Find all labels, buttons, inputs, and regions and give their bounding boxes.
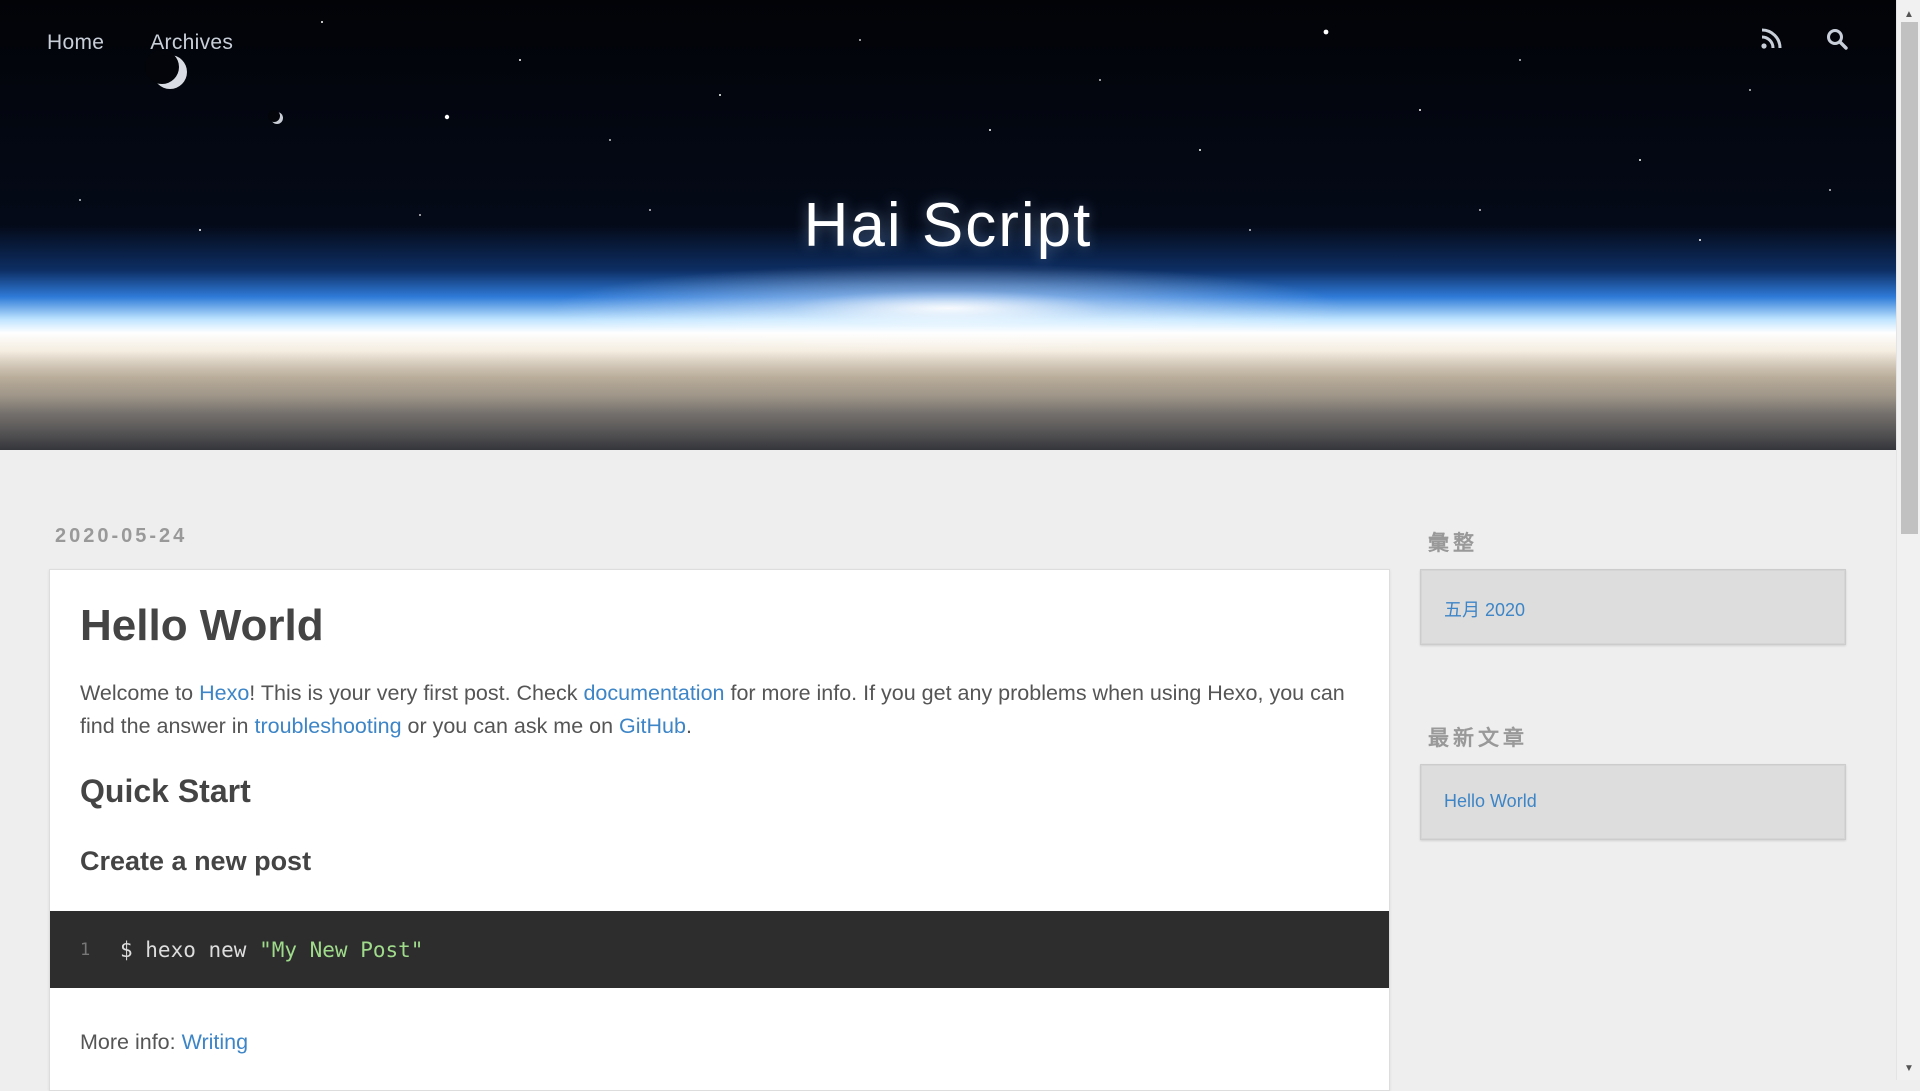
more-info-label: More info: bbox=[80, 1030, 182, 1054]
site-title[interactable]: Hai Script bbox=[0, 190, 1896, 261]
nav-home-link[interactable]: Home bbox=[47, 31, 104, 55]
recent-post-link[interactable]: Hello World bbox=[1444, 791, 1537, 812]
recent-posts-widget-title: 最新文章 bbox=[1428, 727, 1528, 750]
intro-text-4: or you can ask me on bbox=[401, 713, 620, 738]
post-title[interactable]: Hello World bbox=[80, 570, 1359, 653]
more-info-paragraph: More info: Writing bbox=[80, 1026, 248, 1059]
scroll-down-arrow-icon[interactable]: ▼ bbox=[1897, 1058, 1920, 1078]
code-string: "My New Post" bbox=[259, 937, 424, 962]
nav-icons bbox=[1760, 28, 1848, 50]
intro-text-5: . bbox=[685, 713, 692, 738]
post-date[interactable]: 2020-05-24 bbox=[55, 525, 187, 548]
search-icon[interactable] bbox=[1826, 28, 1848, 50]
hexo-link[interactable]: Hexo bbox=[199, 681, 249, 705]
page-scrollbar[interactable]: ▲ ▼ bbox=[1896, 0, 1920, 1080]
code-command-text: $ hexo new bbox=[120, 937, 260, 962]
intro-text-2: ! This is your very first post. Check bbox=[249, 680, 584, 705]
archive-widget: 五月 2020 bbox=[1420, 569, 1846, 645]
create-post-heading: Create a new post bbox=[80, 845, 312, 876]
github-link[interactable]: GitHub bbox=[619, 714, 686, 738]
site-banner: Home Archives Hai Script bbox=[0, 0, 1896, 450]
troubleshooting-link[interactable]: troubleshooting bbox=[255, 714, 402, 738]
archive-month-link[interactable]: 五月 2020 bbox=[1444, 596, 1525, 622]
code-block: 1 $ hexo new "My New Post" bbox=[50, 911, 1389, 988]
quick-start-heading: Quick Start bbox=[80, 772, 251, 809]
main-nav: Home Archives bbox=[47, 31, 233, 55]
nav-archives-link[interactable]: Archives bbox=[150, 31, 233, 55]
rss-icon[interactable] bbox=[1760, 28, 1782, 50]
archive-widget-title: 彙整 bbox=[1428, 532, 1478, 555]
scrollbar-thumb[interactable] bbox=[1901, 22, 1918, 534]
intro-text-1: Welcome to bbox=[80, 680, 200, 705]
post-intro-paragraph: Welcome to Hexo! This is your very first… bbox=[80, 677, 1359, 743]
scroll-up-arrow-icon[interactable]: ▲ bbox=[1897, 4, 1920, 24]
post-article: Hello World Welcome to Hexo! This is you… bbox=[49, 569, 1390, 1091]
code-line-number: 1 bbox=[80, 939, 91, 960]
writing-link[interactable]: Writing bbox=[182, 1030, 249, 1054]
documentation-link[interactable]: documentation bbox=[583, 681, 724, 705]
recent-posts-widget: Hello World bbox=[1420, 764, 1846, 840]
code-command: $ hexo new "My New Post" bbox=[120, 938, 423, 962]
